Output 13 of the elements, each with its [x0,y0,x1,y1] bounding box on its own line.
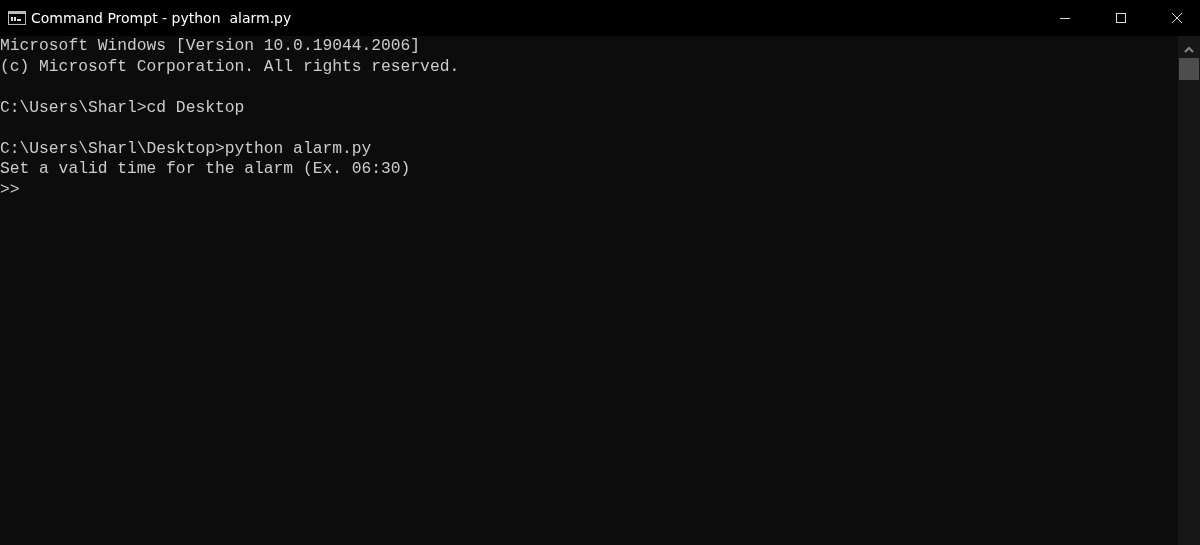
close-icon [1171,12,1183,24]
console-line: Microsoft Windows [Version 10.0.19044.2006] [0,36,422,57]
console-line: >> [0,179,21,200]
terminal-icon [8,11,26,25]
console-line: C:\Users\Sharl>cd Desktop [0,97,246,118]
scroll-up-icon[interactable] [1184,46,1194,54]
scrollbar[interactable] [1178,36,1200,545]
console-line: Set a valid time for the alarm (Ex. 06:30) [0,159,412,180]
scrollbar-thumb[interactable] [1179,58,1199,80]
console-line: (c) Microsoft Corporation. All rights reserved. [0,56,461,77]
maximize-icon [1115,12,1127,24]
console-line: C:\Users\Sharl\Desktop>python alarm.py [0,138,373,159]
window-title: Command Prompt - python alarm.py [31,10,292,26]
